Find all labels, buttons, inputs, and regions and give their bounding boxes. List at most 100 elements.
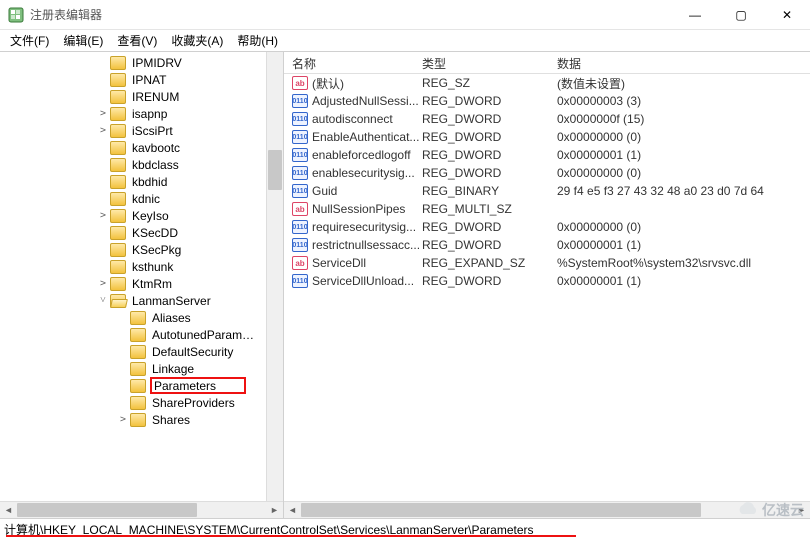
tree-node[interactable]: IRENUM [0,88,283,105]
scrollbar-thumb[interactable] [268,150,282,190]
menu-favorites[interactable]: 收藏夹(A) [165,30,229,51]
value-name-cell: 0110Guid [284,181,414,201]
folder-icon [110,294,126,308]
scrollbar-track[interactable] [17,502,266,518]
value-row[interactable]: 0110enablesecuritysig...REG_DWORD0x00000… [284,164,810,182]
folder-icon [110,209,126,223]
tree-node-label: KtmRm [130,277,174,291]
tree-node[interactable]: >Shares [0,411,283,428]
close-button[interactable]: ✕ [764,0,810,29]
folder-icon [130,396,146,410]
value-row[interactable]: 0110AdjustedNullSessi...REG_DWORD0x00000… [284,92,810,110]
tree-node[interactable]: Linkage [0,360,283,377]
chevron-right-icon[interactable]: > [96,278,110,289]
tree-node[interactable]: kbdclass [0,156,283,173]
folder-icon [130,362,146,376]
window-title: 注册表编辑器 [30,6,672,23]
tree-node[interactable]: KSecDD [0,224,283,241]
binary-value-icon: 0110 [292,148,308,162]
value-row[interactable]: ab(默认)REG_SZ(数值未设置) [284,74,810,92]
tree-node[interactable]: Parameters [0,377,283,394]
tree-node[interactable]: DefaultSecurity [0,343,283,360]
value-row[interactable]: 0110enableforcedlogoffREG_DWORD0x0000000… [284,146,810,164]
tree-scroll[interactable]: IPMIDRVIPNAT IRENUM>isapnp>iScsiPrtkavboo… [0,52,283,501]
value-type: REG_SZ [414,73,549,93]
tree-node[interactable]: Aliases [0,309,283,326]
scrollbar-track[interactable] [301,502,793,518]
scrollbar-thumb[interactable] [301,503,701,517]
value-name-cell: abServiceDll [284,253,414,273]
tree-node-label: IPMIDRV [130,56,184,70]
value-data: %SystemRoot%\system32\srvsvc.dll [549,253,810,273]
tree-horizontal-scrollbar[interactable]: ◄ ► [0,501,283,518]
binary-value-icon: 0110 [292,112,308,126]
tree-node[interactable]: kdnic [0,190,283,207]
tree-node[interactable]: ksthunk [0,258,283,275]
chevron-right-icon[interactable]: > [96,125,110,136]
folder-icon [110,90,126,104]
folder-icon [110,243,126,257]
column-type[interactable]: 类型 [414,52,549,73]
value-name: (默认) [312,75,344,92]
tree-node[interactable]: KSecPkg [0,241,283,258]
value-row[interactable]: 0110requiresecuritysig...REG_DWORD0x0000… [284,218,810,236]
tree-node[interactable]: > KtmRm [0,275,283,292]
folder-icon [110,141,126,155]
scrollbar-thumb[interactable] [17,503,197,517]
maximize-button[interactable]: ▢ [718,0,764,29]
scroll-left-arrow[interactable]: ◄ [0,502,17,518]
binary-value-icon: 0110 [292,220,308,234]
tree-node[interactable]: kbdhid [0,173,283,190]
value-type: REG_DWORD [414,235,549,255]
tree-node-label: ksthunk [130,260,175,274]
tree-node-label: ShareProviders [150,396,237,410]
value-row[interactable]: 0110GuidREG_BINARY29 f4 e5 f3 27 43 32 4… [284,182,810,200]
scroll-right-arrow[interactable]: ► [266,502,283,518]
value-row[interactable]: abServiceDllREG_EXPAND_SZ%SystemRoot%\sy… [284,254,810,272]
value-row[interactable]: 0110ServiceDllUnload...REG_DWORD0x000000… [284,272,810,290]
value-name: ServiceDllUnload... [312,274,414,288]
chevron-down-icon[interactable]: ˅ [96,295,110,306]
folder-icon [110,192,126,206]
value-type: REG_EXPAND_SZ [414,253,549,273]
tree-node-label: KeyIso [130,209,171,223]
chevron-right-icon[interactable]: > [96,210,110,221]
window-controls: — ▢ ✕ [672,0,810,29]
tree-node[interactable]: >isapnp [0,105,283,122]
tree-node-label: LanmanServer [130,294,213,308]
tree-node[interactable]: AutotunedParam… [0,326,283,343]
value-name-cell: abNullSessionPipes [284,199,414,219]
value-type: REG_BINARY [414,181,549,201]
value-row[interactable]: abNullSessionPipesREG_MULTI_SZ [284,200,810,218]
tree-node[interactable]: IPMIDRV [0,54,283,71]
binary-value-icon: 0110 [292,94,308,108]
tree-node[interactable]: IPNAT [0,71,283,88]
tree-node-label: IRENUM [130,90,181,104]
menu-edit[interactable]: 编辑(E) [57,30,109,51]
menu-help[interactable]: 帮助(H) [231,30,284,51]
value-data: 0x0000000f (15) [549,109,810,129]
menu-file[interactable]: 文件(F) [4,30,55,51]
tree-node[interactable]: >iScsiPrt [0,122,283,139]
value-name: Guid [312,184,337,198]
tree-vertical-scrollbar[interactable] [266,52,283,501]
chevron-right-icon[interactable]: > [116,414,130,425]
value-row[interactable]: 0110EnableAuthenticat...REG_DWORD0x00000… [284,128,810,146]
value-row[interactable]: 0110autodisconnectREG_DWORD0x0000000f (1… [284,110,810,128]
tree-node[interactable]: ShareProviders [0,394,283,411]
column-name[interactable]: 名称 [284,52,414,73]
minimize-button[interactable]: — [672,0,718,29]
tree-node[interactable]: kavbootc [0,139,283,156]
values-horizontal-scrollbar[interactable]: ◄ ► [284,501,810,518]
folder-icon [130,413,146,427]
scroll-right-arrow[interactable]: ► [793,502,810,518]
chevron-right-icon[interactable]: > [96,108,110,119]
tree-node[interactable]: > KeyIso [0,207,283,224]
tree-node[interactable]: ˅ LanmanServer [0,292,283,309]
scroll-left-arrow[interactable]: ◄ [284,502,301,518]
menu-view[interactable]: 查看(V) [111,30,163,51]
tree-node-label: Parameters [150,377,246,394]
value-type: REG_DWORD [414,145,549,165]
value-row[interactable]: 0110restrictnullsessacc...REG_DWORD0x000… [284,236,810,254]
column-data[interactable]: 数据 [549,52,810,73]
